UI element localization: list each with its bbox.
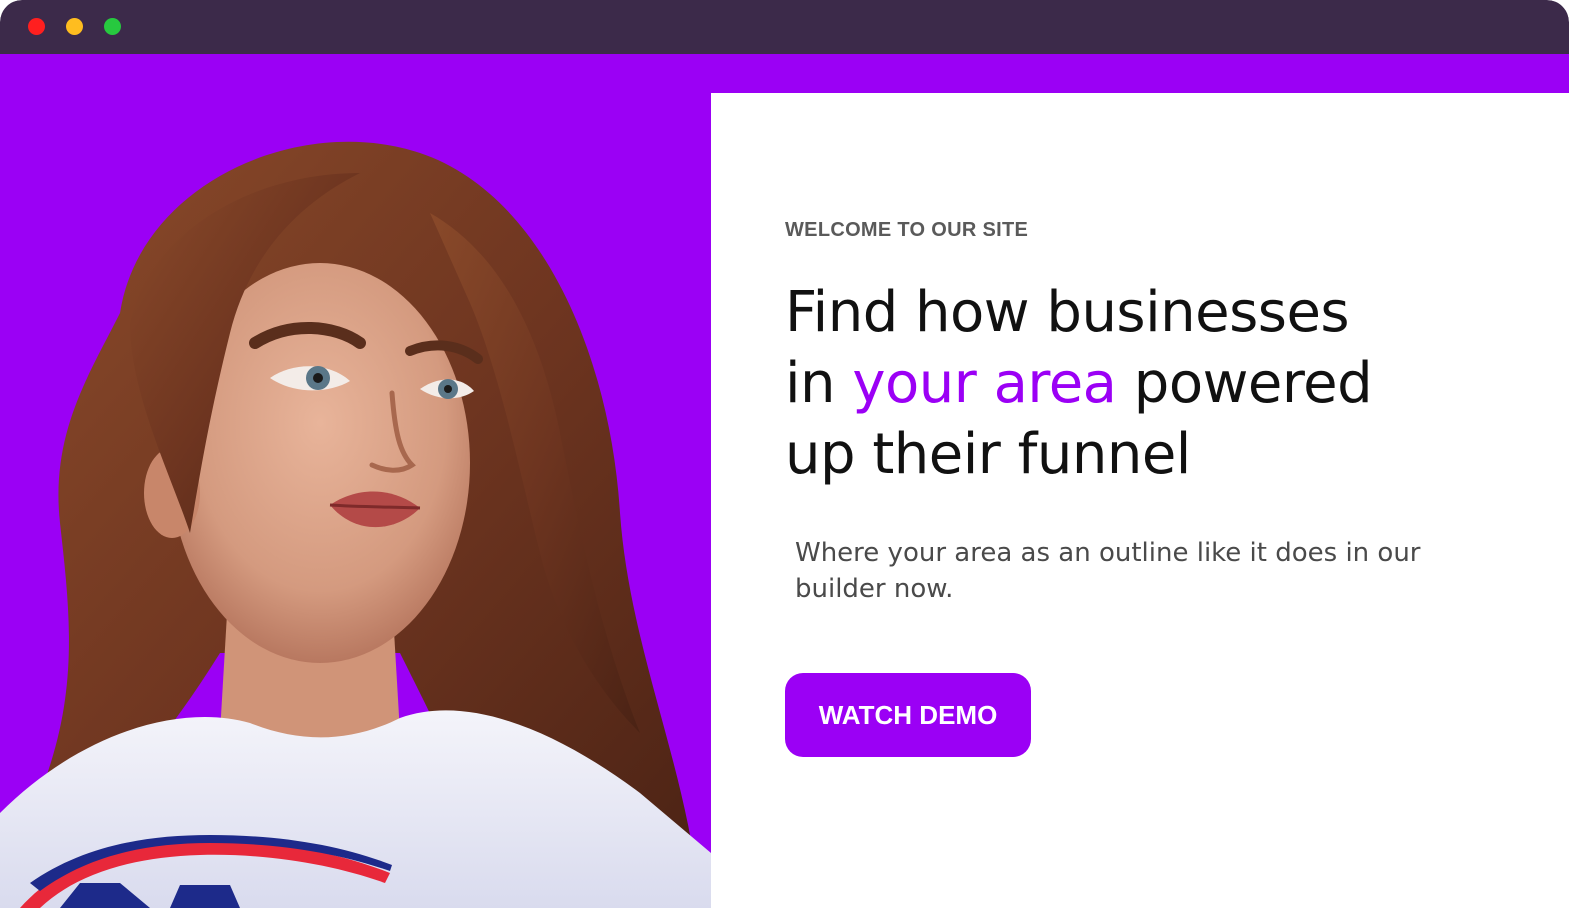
headline-line-2-after: powered — [1116, 351, 1373, 416]
watch-demo-button[interactable]: WATCH DEMO — [785, 673, 1031, 757]
hero-content-panel: WELCOME TO OUR SITE Find how businesses … — [711, 93, 1569, 908]
hero-image-panel — [0, 93, 711, 908]
minimize-icon[interactable] — [66, 18, 83, 35]
headline-accent: your area — [852, 351, 1117, 416]
close-icon[interactable] — [28, 18, 45, 35]
hero-subtext: Where your area as an outline like it do… — [795, 538, 1421, 604]
woman-portrait-photo — [0, 141, 711, 908]
headline-line-3: up their funnel — [785, 422, 1191, 487]
window-titlebar — [0, 0, 1569, 54]
top-brand-band — [0, 54, 1569, 93]
browser-window: WELCOME TO OUR SITE Find how businesses … — [0, 0, 1569, 908]
headline-line-2-before: in — [785, 351, 853, 416]
maximize-icon[interactable] — [104, 18, 121, 35]
eyebrow-text: WELCOME TO OUR SITE — [785, 219, 1029, 241]
hero-headline: Find how businesses in your area powered… — [785, 277, 1425, 490]
headline-line-1: Find how businesses — [785, 280, 1350, 345]
